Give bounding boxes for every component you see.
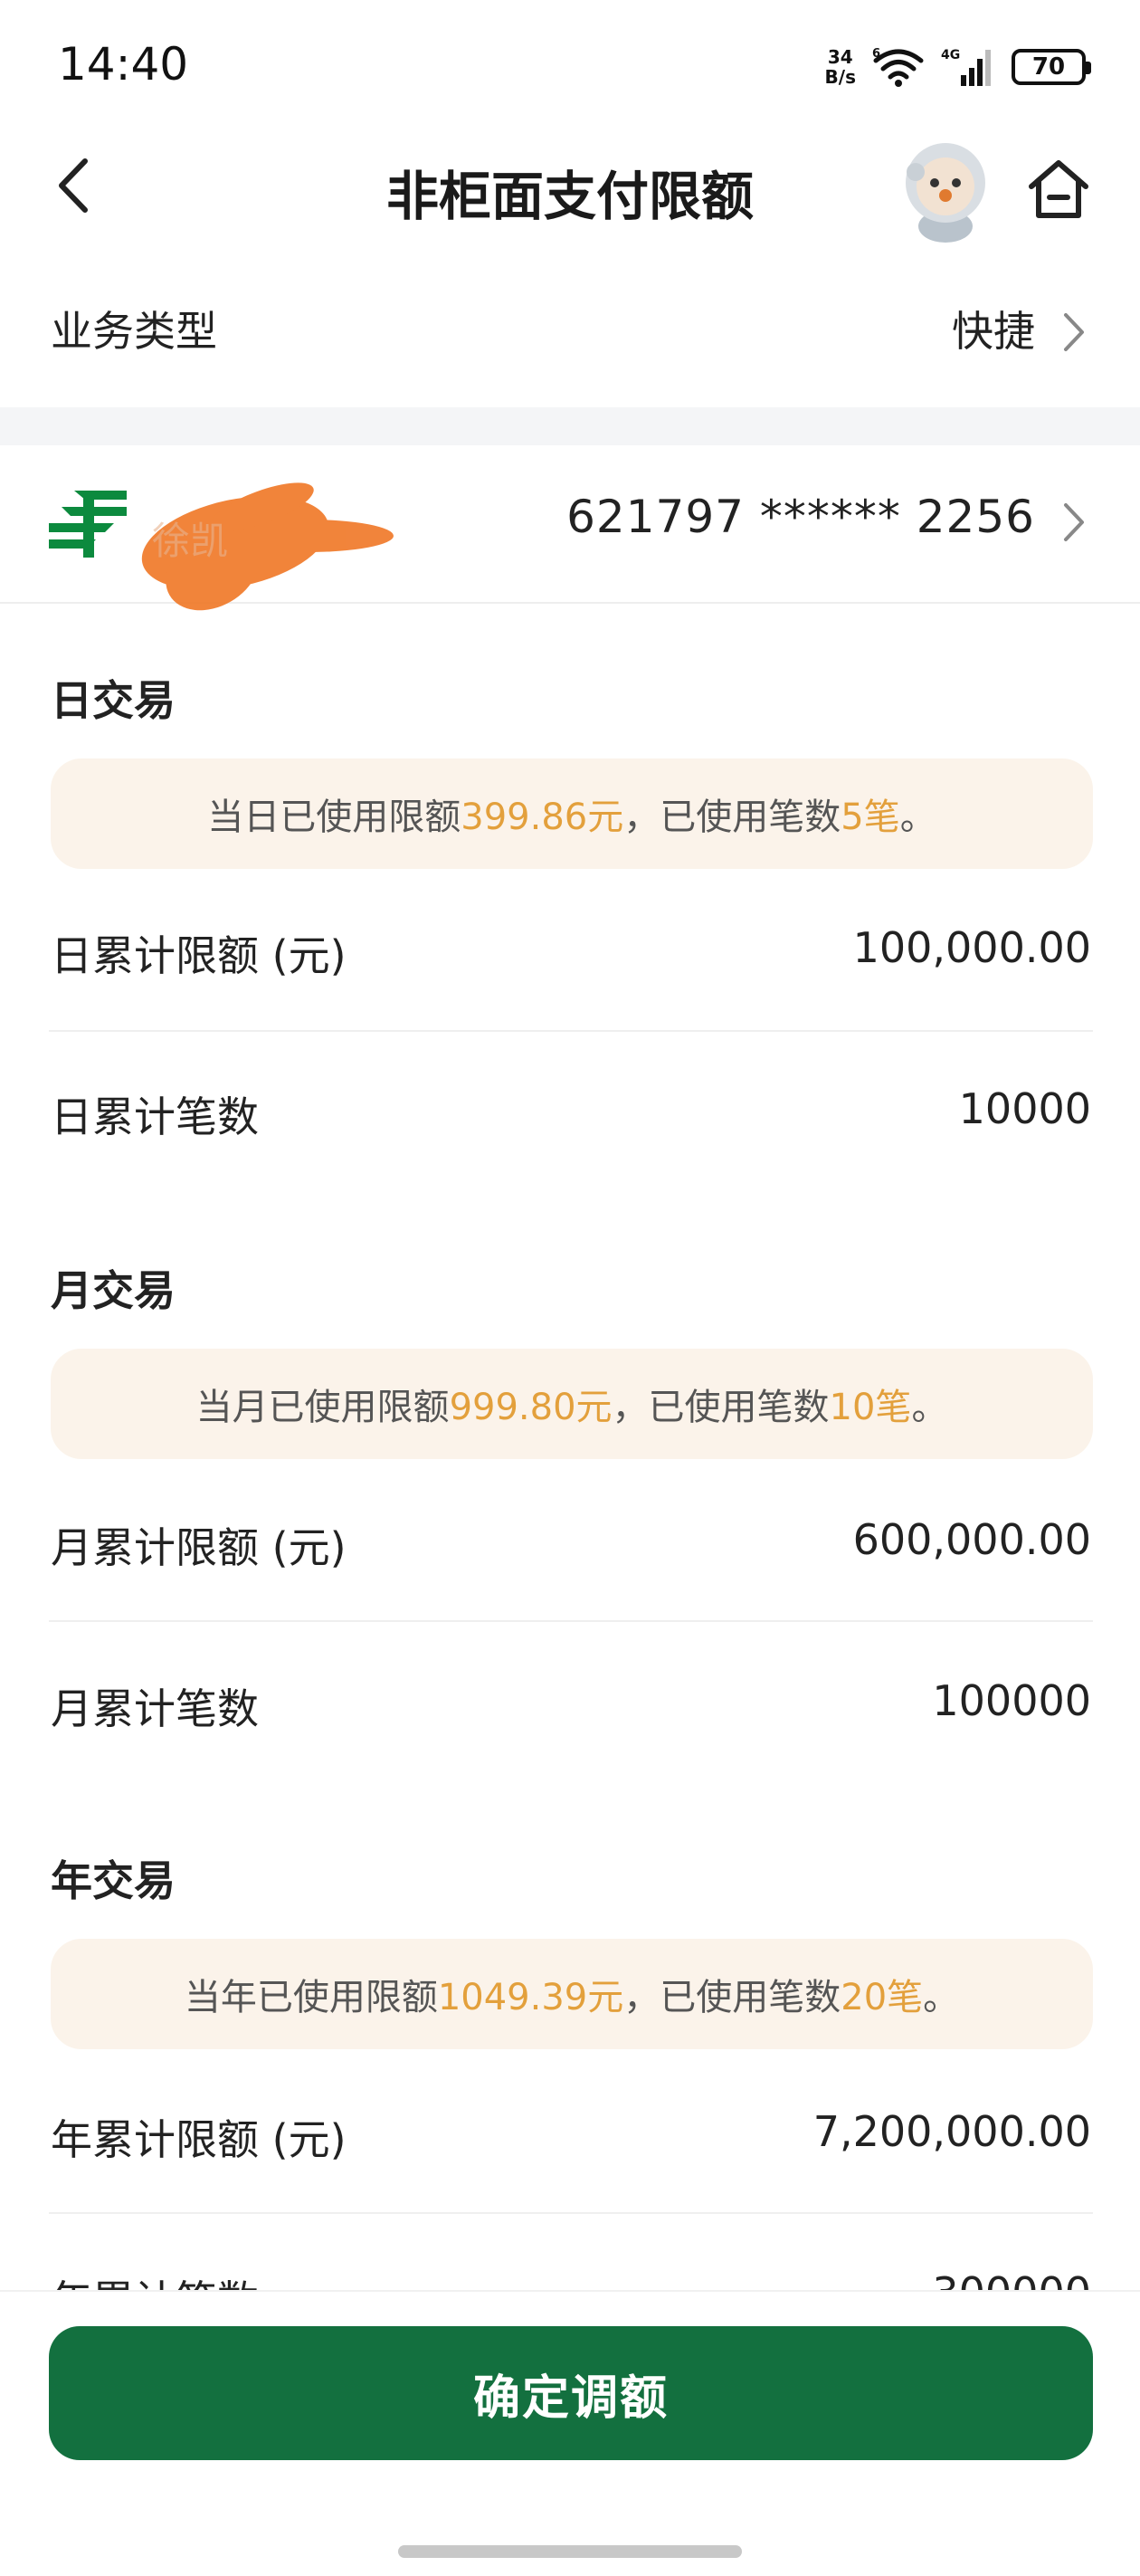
notice-text: ，已使用笔数	[623, 1977, 841, 2018]
card-holder-name: 徐凯	[152, 519, 228, 563]
business-type-value: 快捷	[952, 307, 1035, 356]
section-separator	[0, 407, 1140, 445]
notice-text: 当年已使用限额	[184, 1977, 438, 2018]
notice-amount: 399.86元	[461, 797, 624, 838]
yearly-limit-row[interactable]: 年累计限额 (元) 7,200,000.00	[0, 2098, 1140, 2180]
notice-amount: 1049.39元	[437, 1977, 624, 2018]
chevron-right-icon	[1064, 313, 1084, 351]
daily-count-label: 日累计笔数	[51, 1092, 259, 1141]
notice-text: 。	[911, 1387, 948, 1428]
svg-text:4G: 4G	[941, 48, 960, 62]
battery-icon: 70	[1012, 49, 1091, 85]
daily-limit-value[interactable]: 100,000.00	[853, 923, 1091, 972]
redaction-mark: 徐凯	[141, 482, 394, 611]
mascot-icon[interactable]	[896, 136, 995, 244]
header: 非柜面支付限额	[0, 136, 1140, 243]
monthly-section-title: 月交易	[51, 1266, 176, 1315]
confirm-adjust-button[interactable]: 确定调额	[49, 2326, 1093, 2460]
divider	[49, 1030, 1093, 1032]
daily-limit-label: 日累计限额 (元)	[51, 931, 347, 980]
yearly-section-title: 年交易	[51, 1856, 176, 1905]
home-indicator[interactable]	[398, 2545, 742, 2558]
notice-text: 当月已使用限额	[195, 1387, 450, 1428]
monthly-count-row[interactable]: 月累计笔数 100000	[0, 1667, 1140, 1749]
notice-count: 10笔	[829, 1387, 912, 1428]
network-speed-unit: B/s	[824, 66, 856, 88]
yearly-usage-notice: 当年已使用限额 1049.39元 ，已使用笔数 20笔。	[51, 1939, 1093, 2049]
notice-text: 当日已使用限额	[207, 797, 461, 838]
card-number: 621797 ****** 2256	[566, 491, 1035, 543]
monthly-usage-notice: 当月已使用限额 999.80元 ，已使用笔数 10笔。	[51, 1349, 1093, 1459]
divider	[49, 1620, 1093, 1622]
notice-count: 5笔	[841, 797, 900, 838]
monthly-count-label: 月累计笔数	[51, 1684, 259, 1733]
notice-amount: 999.80元	[449, 1387, 613, 1428]
home-icon[interactable]	[1022, 152, 1095, 224]
chevron-right-icon	[1064, 503, 1084, 541]
notice-text: 。	[899, 797, 936, 838]
yearly-limit-value[interactable]: 7,200,000.00	[813, 2107, 1091, 2156]
notice-text: 。	[923, 1977, 960, 2018]
notice-count: 20笔	[841, 1977, 924, 2018]
notice-text: ，已使用笔数	[612, 1387, 830, 1428]
daily-section-title: 日交易	[51, 676, 176, 725]
business-type-label: 业务类型	[51, 307, 217, 356]
daily-count-row[interactable]: 日累计笔数 10000	[0, 1075, 1140, 1157]
bottom-action-bar: 确定调额	[0, 2290, 1140, 2576]
notice-text: ，已使用笔数	[623, 797, 841, 838]
monthly-limit-label: 月累计限额 (元)	[51, 1523, 347, 1572]
daily-usage-notice: 当日已使用限额 399.86元 ，已使用笔数 5笔。	[51, 758, 1093, 869]
monthly-limit-value[interactable]: 600,000.00	[853, 1515, 1091, 1564]
network-speed: 34 B/s	[825, 47, 856, 87]
signal-4g-icon: 4G	[941, 48, 991, 86]
yearly-limit-label: 年累计限额 (元)	[51, 2115, 347, 2164]
postal-bank-logo	[49, 491, 127, 558]
status-icons: 34 B/s 6 4G 70	[825, 40, 1091, 94]
daily-limit-row[interactable]: 日累计限额 (元) 100,000.00	[0, 914, 1140, 996]
daily-count-value[interactable]: 10000	[959, 1084, 1091, 1133]
business-type-row[interactable]: 业务类型 快捷	[0, 272, 1140, 380]
network-speed-value: 34	[827, 46, 853, 68]
divider	[49, 2212, 1093, 2214]
status-bar: 14:40 34 B/s 6 4G 70	[0, 0, 1140, 136]
monthly-limit-row[interactable]: 月累计限额 (元) 600,000.00	[0, 1506, 1140, 1588]
status-time: 14:40	[58, 38, 189, 91]
monthly-count-value[interactable]: 100000	[932, 1676, 1091, 1725]
bank-card-selector[interactable]: 徐凯 621797 ****** 2256	[0, 444, 1140, 611]
wifi-6-icon: 6	[872, 47, 924, 87]
svg-text:6: 6	[872, 47, 880, 61]
